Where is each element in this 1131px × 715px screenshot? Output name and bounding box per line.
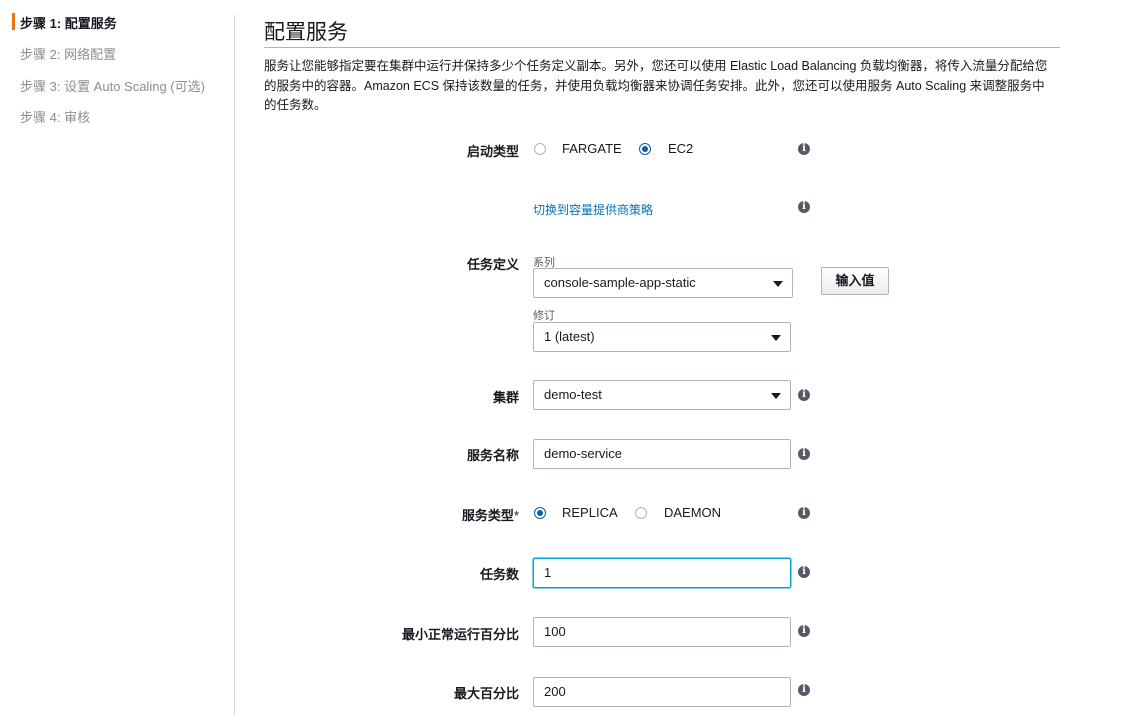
cluster-value: demo-test <box>544 387 602 402</box>
info-icon[interactable]: i <box>798 143 810 155</box>
switch-capacity-provider-link[interactable]: 切换到容量提供商策略 <box>533 201 653 218</box>
min-healthy-percent-value: 100 <box>544 624 566 639</box>
service-type-label-text: 服务类型 <box>461 508 514 523</box>
chevron-down-icon <box>771 335 781 341</box>
service-type-replica-label[interactable]: REPLICA <box>562 505 618 520</box>
cluster-select[interactable]: demo-test <box>533 380 791 410</box>
min-healthy-percent-label: 最小正常运行百分比 <box>401 627 519 642</box>
wizard-steps-sidebar: 步骤 1: 配置服务 步骤 2: 网络配置 步骤 3: 设置 Auto Scal… <box>0 0 234 715</box>
service-name-value: demo-service <box>544 446 623 461</box>
info-icon[interactable]: i <box>798 566 810 578</box>
task-count-value: 1 <box>544 565 552 580</box>
service-name-label: 服务名称 <box>466 448 519 463</box>
service-type-label: 服务类型* <box>462 505 519 524</box>
service-type-replica-radio[interactable] <box>534 507 546 519</box>
launch-type-fargate-label[interactable]: FARGATE <box>562 141 622 156</box>
launch-type-ec2-label[interactable]: EC2 <box>668 141 693 156</box>
step-4-review[interactable]: 步骤 4: 审核 <box>20 107 90 126</box>
task-revision-select[interactable]: 1 (latest) <box>533 322 791 352</box>
page-description: 服务让您能够指定要在集群中运行并保持多少个任务定义副本。另外，您还可以使用 El… <box>264 59 1048 112</box>
max-percent-input[interactable]: 200 <box>533 677 791 707</box>
cluster-label: 集群 <box>492 390 519 405</box>
launch-type-label: 启动类型 <box>466 144 519 159</box>
launch-type-ec2-radio[interactable] <box>639 143 651 155</box>
info-icon[interactable]: i <box>798 507 810 519</box>
sidebar-divider <box>234 15 235 715</box>
chevron-down-icon <box>773 281 783 287</box>
active-step-indicator <box>12 13 15 30</box>
min-healthy-percent-input[interactable]: 100 <box>533 617 791 647</box>
step-2-network-config[interactable]: 步骤 2: 网络配置 <box>20 44 116 63</box>
task-family-value: console-sample-app-static <box>544 275 696 290</box>
title-divider <box>264 47 1060 48</box>
service-name-input[interactable]: demo-service <box>533 439 791 469</box>
info-icon[interactable]: i <box>798 389 810 401</box>
max-percent-value: 200 <box>544 684 566 699</box>
enter-value-button[interactable]: 输入值 <box>821 267 889 295</box>
max-percent-label: 最大百分比 <box>453 686 519 701</box>
page-title: 配置服务 <box>264 21 348 44</box>
revision-label: 修订 <box>533 310 555 322</box>
task-definition-label: 任务定义 <box>466 257 519 272</box>
task-family-select[interactable]: console-sample-app-static <box>533 268 793 298</box>
launch-type-fargate-radio[interactable] <box>534 143 546 155</box>
step-1-configure-service[interactable]: 步骤 1: 配置服务 <box>20 13 117 32</box>
step-3-auto-scaling[interactable]: 步骤 3: 设置 Auto Scaling (可选) <box>20 76 205 95</box>
task-count-label: 任务数 <box>479 567 519 582</box>
service-type-daemon-radio[interactable] <box>635 507 647 519</box>
chevron-down-icon <box>771 393 781 399</box>
task-revision-value: 1 (latest) <box>544 329 595 344</box>
info-icon[interactable]: i <box>798 201 810 213</box>
task-count-input[interactable]: 1 <box>533 558 791 588</box>
info-icon[interactable]: i <box>798 625 810 637</box>
service-type-daemon-label[interactable]: DAEMON <box>664 505 721 520</box>
info-icon[interactable]: i <box>798 684 810 696</box>
info-icon[interactable]: i <box>798 448 810 460</box>
required-mark: * <box>513 508 519 523</box>
